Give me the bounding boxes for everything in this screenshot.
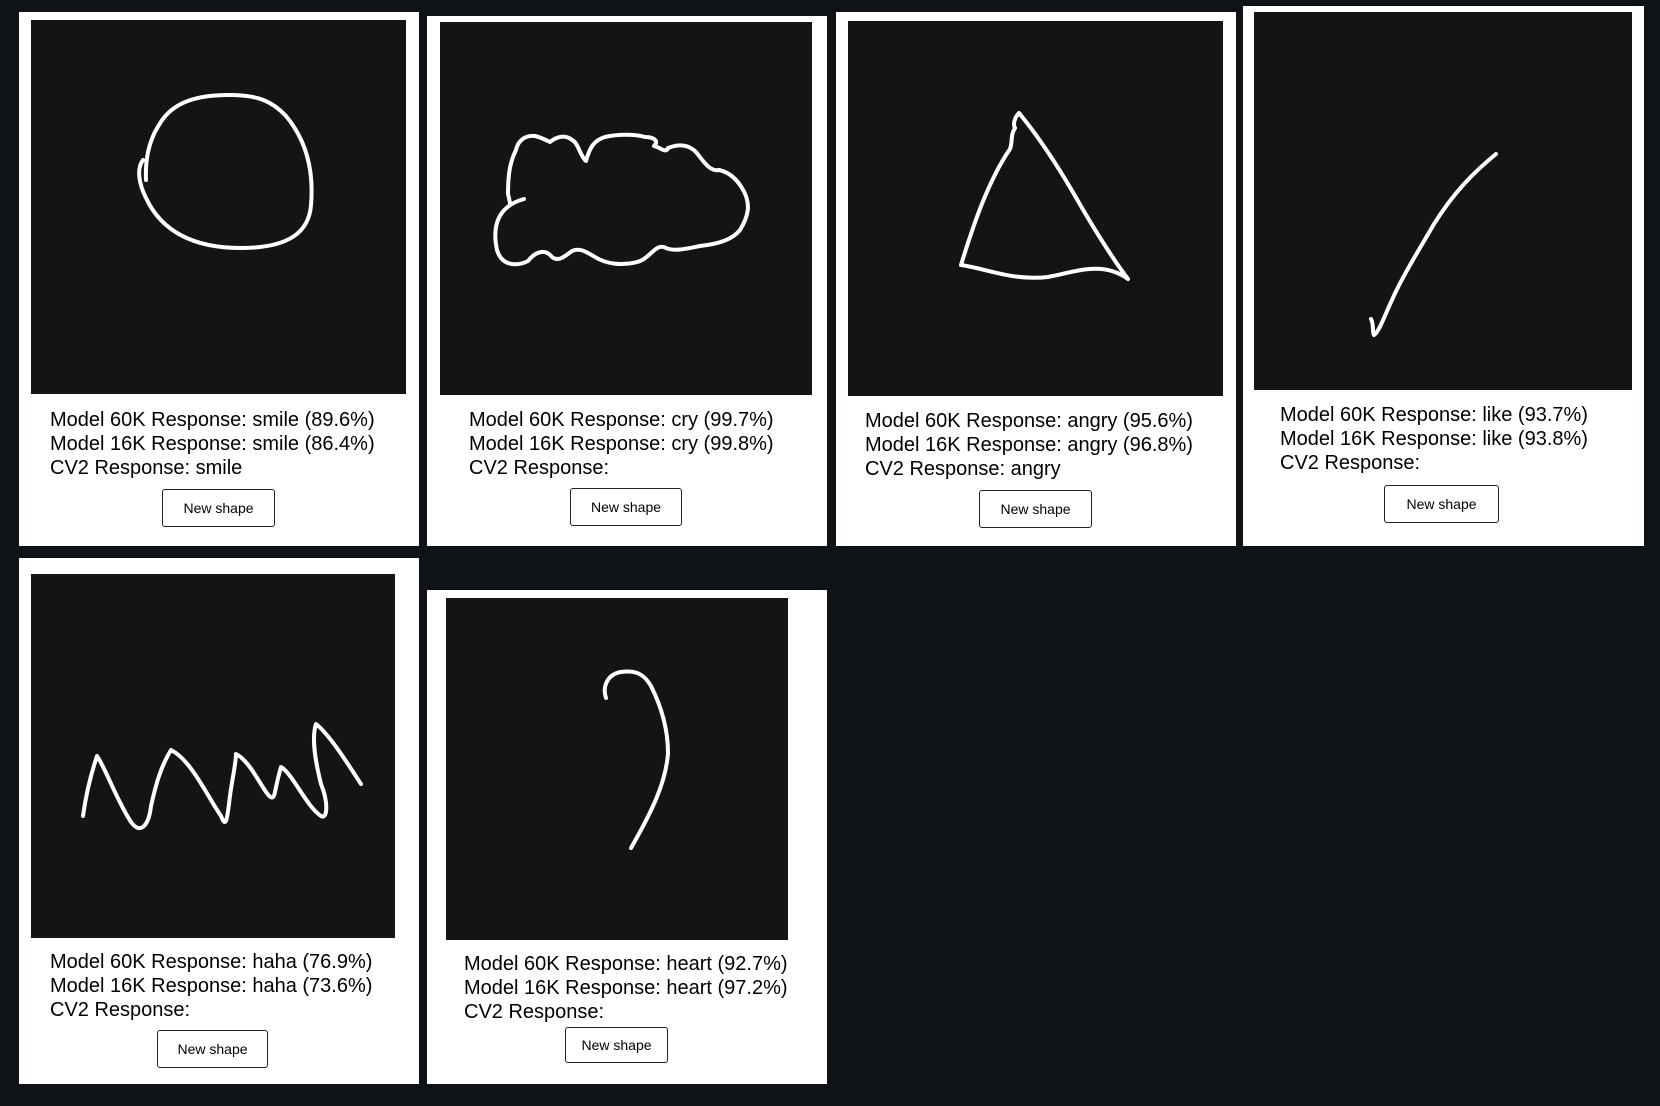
response-text: Model 60K Response: smile (89.6%) Model …	[50, 408, 375, 480]
drawing-canvas-cloud[interactable]	[440, 22, 812, 395]
drawn-stroke	[1369, 152, 1498, 337]
drawn-stroke	[959, 111, 1130, 281]
drawing-card: Model 60K Response: like (93.7%) Model 1…	[1243, 6, 1644, 546]
response-text: Model 60K Response: cry (99.7%) Model 16…	[469, 408, 774, 480]
drawing-card: Model 60K Response: heart (92.7%) Model …	[427, 590, 827, 1084]
drawing-card: Model 60K Response: haha (76.9%) Model 1…	[19, 558, 419, 1084]
model-16k-response: Model 16K Response: haha (73.6%)	[50, 975, 373, 997]
new-shape-button[interactable]: New shape	[157, 1030, 268, 1068]
cv2-response: CV2 Response:	[464, 1001, 605, 1023]
model-16k-response: Model 16K Response: cry (99.8%)	[469, 433, 774, 455]
response-text: Model 60K Response: angry (95.6%) Model …	[865, 409, 1193, 481]
drawing-card: Model 60K Response: cry (99.7%) Model 16…	[427, 16, 827, 546]
cv2-response: CV2 Response:	[469, 457, 610, 479]
new-shape-button[interactable]: New shape	[570, 488, 682, 526]
model-16k-response: Model 16K Response: heart (97.2%)	[464, 977, 788, 999]
new-shape-button[interactable]: New shape	[1384, 485, 1499, 523]
cv2-response: CV2 Response:	[1280, 452, 1421, 474]
cv2-response: CV2 Response: angry	[865, 458, 1061, 480]
new-shape-button[interactable]: New shape	[162, 489, 275, 527]
drawing-canvas-curve[interactable]	[446, 598, 788, 940]
response-text: Model 60K Response: haha (76.9%) Model 1…	[50, 950, 372, 1022]
new-shape-button[interactable]: New shape	[979, 490, 1092, 528]
response-text: Model 60K Response: like (93.7%) Model 1…	[1280, 403, 1588, 475]
model-60k-response: Model 60K Response: smile (89.6%)	[50, 409, 375, 431]
model-16k-response: Model 16K Response: angry (96.8%)	[865, 434, 1193, 456]
new-shape-button[interactable]: New shape	[565, 1027, 668, 1063]
model-60k-response: Model 60K Response: angry (95.6%)	[865, 410, 1193, 432]
model-60k-response: Model 60K Response: heart (92.7%)	[464, 953, 788, 975]
drawing-card: Model 60K Response: angry (95.6%) Model …	[836, 12, 1236, 546]
response-text: Model 60K Response: heart (92.7%) Model …	[464, 952, 788, 1024]
drawing-canvas-zigzag[interactable]	[31, 574, 395, 938]
drawing-canvas-triangle[interactable]	[848, 21, 1223, 396]
drawing-canvas-check[interactable]	[1254, 12, 1632, 390]
model-60k-response: Model 60K Response: cry (99.7%)	[469, 409, 774, 431]
model-16k-response: Model 16K Response: like (93.8%)	[1280, 428, 1588, 450]
drawn-stroke	[493, 132, 750, 267]
drawn-stroke	[602, 669, 670, 850]
model-16k-response: Model 16K Response: smile (86.4%)	[50, 433, 375, 455]
drawn-stroke	[81, 722, 363, 830]
cv2-response: CV2 Response: smile	[50, 457, 243, 479]
model-60k-response: Model 60K Response: like (93.7%)	[1280, 404, 1588, 426]
cv2-response: CV2 Response:	[50, 999, 191, 1021]
drawing-canvas-circle[interactable]	[31, 20, 406, 394]
drawing-card: Model 60K Response: smile (89.6%) Model …	[19, 12, 419, 546]
model-60k-response: Model 60K Response: haha (76.9%)	[50, 951, 373, 973]
drawn-stroke	[137, 93, 314, 250]
